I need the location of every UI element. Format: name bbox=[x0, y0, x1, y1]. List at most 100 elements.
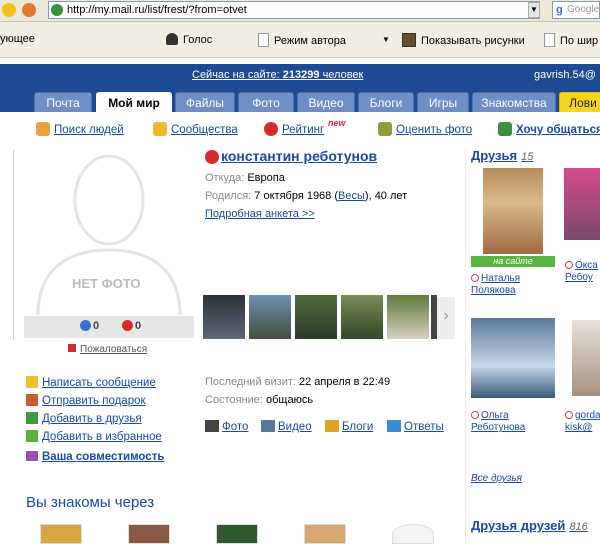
rate-photo-icon bbox=[378, 122, 392, 136]
mutual-friend-thumb[interactable] bbox=[304, 524, 346, 544]
url-dropdown-button[interactable]: ▼ bbox=[528, 2, 540, 18]
quicklink-want-chat[interactable]: Хочу общаться bbox=[498, 122, 600, 136]
add-favorite-label: Добавить в избранное bbox=[42, 431, 162, 443]
action-add-friend[interactable]: Добавить в друзья bbox=[26, 412, 142, 425]
search-box[interactable]: g Google bbox=[552, 1, 600, 19]
friend-name[interactable]: gorda kisk@ bbox=[565, 410, 600, 434]
friend-photo[interactable] bbox=[483, 168, 543, 254]
friend-first: Ольга bbox=[481, 410, 509, 421]
browser-smiley-icon[interactable] bbox=[2, 3, 16, 17]
tab-files[interactable]: Файлы bbox=[175, 92, 235, 112]
friends-of-friends-heading[interactable]: Друзья друзей 816 bbox=[471, 518, 588, 533]
toolbar-author-mode-button[interactable]: Режим автора bbox=[258, 33, 346, 47]
toolbar-voice-button[interactable]: Голос bbox=[166, 33, 212, 46]
action-send-gift[interactable]: Отправить подарок bbox=[26, 394, 146, 407]
profile-name-text: константин реботунов bbox=[221, 148, 378, 164]
zodiac-link[interactable]: Весы bbox=[338, 190, 365, 202]
born-label: Родился: bbox=[205, 190, 252, 202]
video-icon bbox=[261, 420, 275, 432]
service-answers[interactable]: Ответы bbox=[387, 420, 444, 433]
friend-first: Наталья bbox=[481, 273, 521, 284]
status-value: общаюсь bbox=[266, 394, 314, 406]
status: Состояние: общаюсь bbox=[205, 394, 313, 406]
online-counter[interactable]: Сейчас на сайте: 213299 человек bbox=[192, 69, 363, 81]
mutual-friend-thumb[interactable] bbox=[128, 524, 170, 544]
tab-blogs[interactable]: Блоги bbox=[358, 92, 414, 112]
service-video-label: Видео bbox=[278, 421, 312, 433]
friend-last: Реботунова bbox=[471, 422, 526, 433]
friend-photo[interactable] bbox=[471, 318, 555, 398]
tab-games[interactable]: Игры bbox=[417, 92, 469, 112]
mutual-friend-thumb[interactable] bbox=[392, 524, 434, 544]
communities-label: Сообщества bbox=[171, 124, 238, 136]
service-blogs[interactable]: Блоги bbox=[325, 420, 373, 433]
chat-icon bbox=[498, 122, 512, 136]
friends-heading[interactable]: Друзья 15 bbox=[471, 148, 533, 163]
quicklink-rate-photo[interactable]: Оценить фото bbox=[378, 122, 472, 136]
online-count: 213299 bbox=[282, 69, 320, 81]
more-label: По шир bbox=[560, 35, 599, 47]
profile-name[interactable]: константин реботунов bbox=[221, 148, 377, 164]
compatibility-link[interactable]: Ваша совместимость bbox=[26, 451, 164, 463]
last-visit-label: Последний визит: bbox=[205, 376, 296, 388]
compat-icon bbox=[26, 451, 38, 461]
online-badge: на сайте bbox=[471, 256, 555, 267]
friend-name[interactable]: Окса Ребоу bbox=[565, 260, 598, 284]
url-input[interactable]: http://my.mail.ru/list/frest/?from=otvet bbox=[48, 1, 540, 19]
toolbar-more-button[interactable]: По шир bbox=[544, 33, 598, 47]
blog-icon bbox=[325, 420, 339, 432]
friend-photo[interactable] bbox=[572, 320, 600, 396]
mutual-friend-thumb[interactable] bbox=[216, 524, 258, 544]
all-friends-link[interactable]: Все друзья bbox=[471, 473, 522, 484]
complain-label: Пожаловаться bbox=[80, 344, 148, 355]
full-profile-link[interactable]: Подробная анкета >> bbox=[205, 208, 315, 220]
tab-photo[interactable]: Фото bbox=[238, 92, 294, 112]
google-icon: g bbox=[556, 4, 563, 16]
tab-dating[interactable]: Знакомства bbox=[472, 92, 556, 112]
toolbar-dropdown-arrow[interactable]: ▼ bbox=[382, 35, 390, 44]
vote-plus[interactable]: 0 bbox=[80, 320, 99, 332]
service-video[interactable]: Видео bbox=[261, 420, 312, 433]
status-dot-icon bbox=[471, 411, 479, 419]
mutual-friend-thumb[interactable] bbox=[40, 524, 82, 544]
photo-thumbnail[interactable] bbox=[203, 295, 245, 339]
quicklink-rating[interactable]: Рейтинг bbox=[264, 122, 324, 136]
left-edge-panel bbox=[0, 150, 14, 340]
photo-thumbnail[interactable] bbox=[295, 295, 337, 339]
complain-link[interactable]: Пожаловаться bbox=[68, 344, 147, 355]
user-email[interactable]: gavrish.54@ bbox=[534, 69, 596, 81]
toolbar-partial-item[interactable]: ующее bbox=[0, 33, 35, 45]
last-visit-value: 22 апреля в 22:49 bbox=[299, 376, 391, 388]
quicklink-communities[interactable]: Сообщества bbox=[153, 122, 238, 136]
friend-name[interactable]: Наталья Полякова bbox=[471, 273, 520, 297]
friend-first: gorda bbox=[575, 410, 600, 421]
action-write-message[interactable]: Написать сообщение bbox=[26, 376, 156, 389]
vote-minus[interactable]: 0 bbox=[122, 320, 141, 332]
tab-catch[interactable]: Лови bbox=[559, 92, 600, 112]
status-label: Состояние: bbox=[205, 394, 263, 406]
page-icon bbox=[544, 33, 555, 47]
tab-mail[interactable]: Почта bbox=[34, 92, 92, 112]
action-add-favorite[interactable]: Добавить в избранное bbox=[26, 430, 162, 443]
photo-thumbnail[interactable] bbox=[249, 295, 291, 339]
search-people-label: Поиск людей bbox=[54, 124, 124, 136]
browser-people-icon[interactable] bbox=[22, 3, 36, 17]
service-photo[interactable]: Фото bbox=[205, 420, 248, 433]
friend-name[interactable]: Ольга Реботунова bbox=[471, 410, 525, 434]
from-label: Откуда: bbox=[205, 172, 245, 184]
tab-video[interactable]: Видео bbox=[297, 92, 355, 112]
fof-count: 816 bbox=[569, 521, 588, 533]
next-arrow-icon[interactable]: › bbox=[437, 297, 455, 339]
page-icon bbox=[258, 33, 269, 47]
tab-my-world[interactable]: Мой мир bbox=[96, 92, 172, 112]
photo-thumbnail[interactable] bbox=[341, 295, 383, 339]
friend-last: Ребоу bbox=[565, 272, 593, 283]
rating-icon bbox=[264, 122, 278, 136]
quicklink-search-people[interactable]: Поиск людей bbox=[36, 122, 124, 136]
friend-photo[interactable] bbox=[564, 168, 600, 240]
at-sign-icon bbox=[205, 150, 219, 164]
thumbs-up-icon bbox=[80, 320, 91, 331]
toolbar-show-images-button[interactable]: Показывать рисунки bbox=[402, 33, 525, 47]
rating-label: Рейтинг bbox=[282, 124, 325, 136]
photo-thumbnail[interactable] bbox=[387, 295, 429, 339]
